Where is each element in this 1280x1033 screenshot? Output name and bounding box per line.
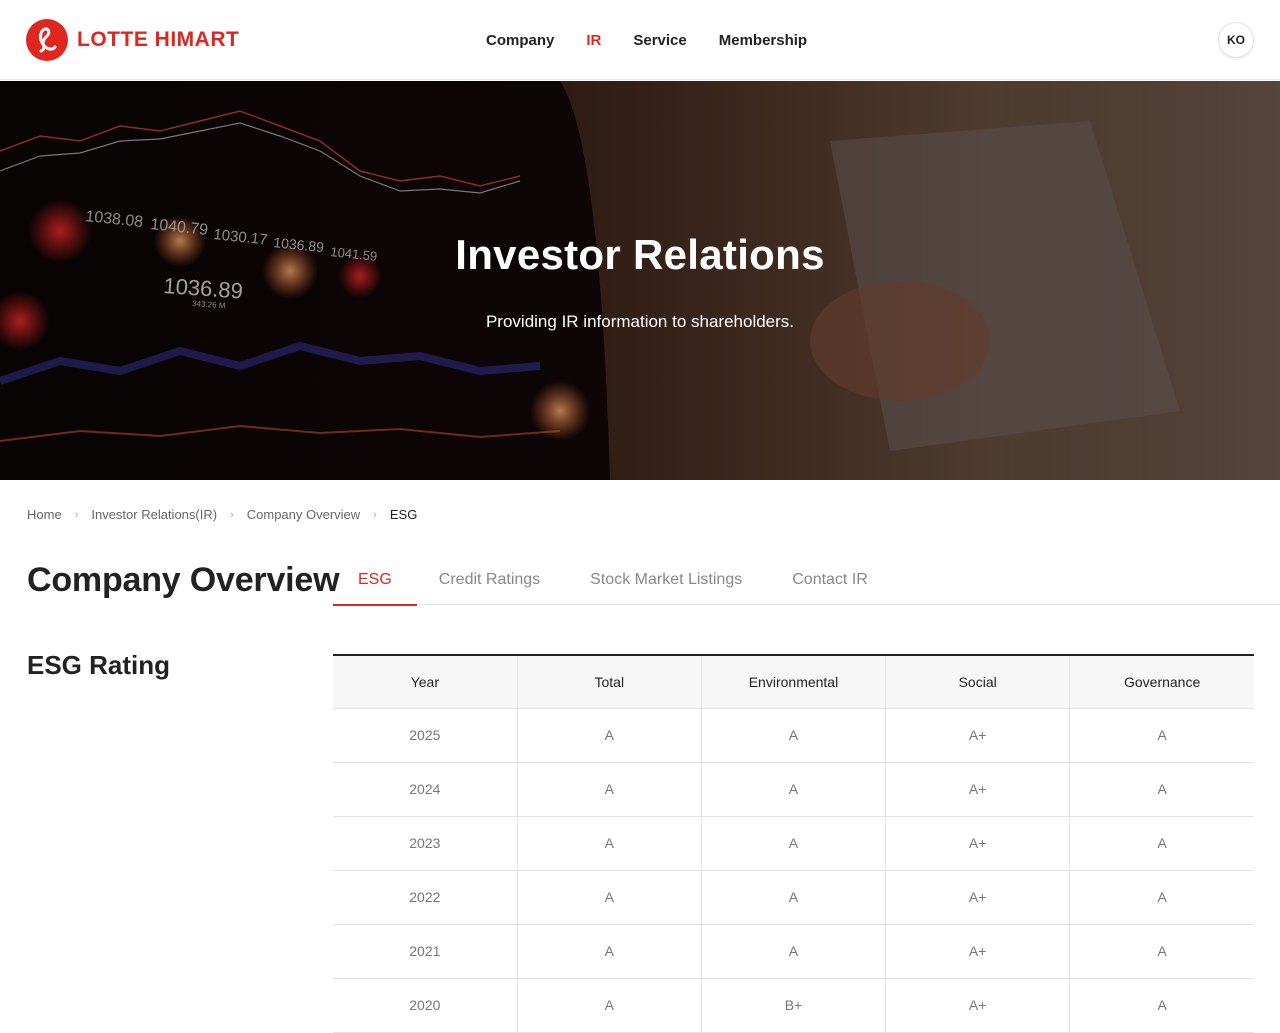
site-header: LOTTE HIMART Company IR Service Membersh… — [0, 0, 1280, 80]
breadcrumb-esg: ESG — [389, 507, 418, 522]
table-cell: A — [1069, 762, 1254, 817]
table-cell: 2024 — [333, 762, 518, 817]
table-cell: A — [701, 816, 887, 871]
nav-company[interactable]: Company — [470, 32, 570, 49]
table-cell: A — [517, 870, 702, 925]
tab-contact-ir[interactable]: Contact IR — [767, 556, 893, 605]
table-cell: A — [701, 924, 887, 979]
table-cell: 2021 — [333, 924, 518, 979]
lotte-logo-icon — [26, 19, 68, 61]
table-cell: A+ — [885, 924, 1071, 979]
table-cell: A — [517, 816, 702, 871]
breadcrumb: Home › Investor Relations(IR) › Company … — [27, 507, 417, 522]
table-cell: A — [701, 708, 887, 763]
chevron-right-icon: › — [230, 508, 234, 521]
table-cell: A — [517, 762, 702, 817]
column-header-total: Total — [517, 655, 702, 709]
tab-stock-market-listings[interactable]: Stock Market Listings — [565, 556, 767, 605]
hero-banner: 1038.08 1040.79 1030.17 1036.89 1041.59 … — [0, 81, 1280, 480]
lotte-himart-logo[interactable]: LOTTE HIMART — [26, 19, 239, 61]
column-header-social: Social — [885, 655, 1071, 709]
nav-membership[interactable]: Membership — [703, 32, 823, 49]
table-cell: 2023 — [333, 816, 518, 871]
table-cell: A — [1069, 870, 1254, 925]
breadcrumb-investor-relations[interactable]: Investor Relations(IR) — [91, 507, 217, 522]
table-cell: A — [701, 762, 887, 817]
table-row: 2022 A A A+ A — [333, 870, 1254, 925]
esg-rating-heading: ESG Rating — [27, 650, 171, 680]
hero-subtitle: Providing IR information to shareholders… — [485, 312, 795, 331]
main-nav: Company IR Service Membership — [470, 0, 823, 80]
table-cell: 2025 — [333, 708, 518, 763]
esg-rating-table: Year Total Environmental Social Governan… — [333, 654, 1254, 1033]
column-header-year: Year — [333, 655, 518, 709]
breadcrumb-company-overview[interactable]: Company Overview — [247, 507, 360, 522]
table-row: 2024 A A A+ A — [333, 762, 1254, 817]
table-header-row: Year Total Environmental Social Governan… — [333, 655, 1254, 709]
table-cell: A+ — [885, 708, 1071, 763]
table-row: 2021 A A A+ A — [333, 924, 1254, 979]
nav-ir[interactable]: IR — [570, 32, 617, 49]
hero-background-image: 1038.08 1040.79 1030.17 1036.89 1041.59 … — [0, 81, 1280, 480]
column-header-governance: Governance — [1069, 655, 1254, 709]
column-header-environmental: Environmental — [701, 655, 887, 709]
breadcrumb-home[interactable]: Home — [27, 507, 62, 522]
chevron-right-icon: › — [373, 508, 377, 521]
table-cell: A+ — [885, 870, 1071, 925]
tab-esg[interactable]: ESG — [333, 556, 417, 606]
sub-tabs: ESG Credit Ratings Stock Market Listings… — [333, 556, 1280, 606]
table-cell: A+ — [885, 816, 1071, 871]
table-cell: A — [1069, 816, 1254, 871]
language-toggle-button[interactable]: KO — [1218, 22, 1254, 58]
table-cell: A — [1069, 708, 1254, 763]
table-cell: A — [701, 870, 887, 925]
table-cell: A — [517, 708, 702, 763]
logo-text: LOTTE HIMART — [77, 28, 240, 51]
table-row: 2025 A A A+ A — [333, 708, 1254, 763]
tab-credit-ratings[interactable]: Credit Ratings — [417, 556, 565, 605]
nav-service[interactable]: Service — [617, 32, 702, 49]
table-cell: A+ — [885, 762, 1071, 817]
chevron-right-icon: › — [74, 508, 79, 521]
table-cell: 2022 — [333, 870, 518, 925]
page-title: Company Overview — [27, 561, 340, 599]
hero-title: Investor Relations — [455, 231, 825, 278]
table-cell: A — [517, 924, 702, 979]
table-row: 2023 A A A+ A — [333, 816, 1254, 871]
table-cell: A — [1069, 924, 1254, 979]
